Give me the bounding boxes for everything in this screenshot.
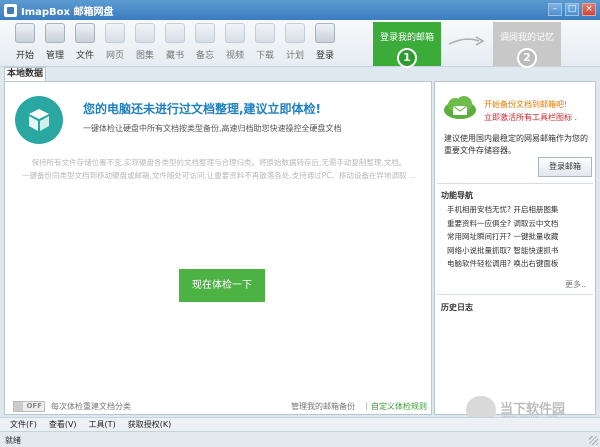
toolbar-start-button[interactable]: 开始	[10, 23, 40, 65]
backup-prompt: 开始备份文档到邮箱吧!	[484, 100, 568, 109]
webpage-icon	[105, 23, 125, 43]
resize-grip-icon[interactable]	[589, 436, 598, 445]
menu-view[interactable]: 查看(V)	[49, 419, 77, 430]
nav-item[interactable]: 重要资料一应俱全? 调取云中文档	[447, 218, 593, 232]
toolbar-memo-button[interactable]: 备忘	[190, 23, 220, 65]
step-view-memory[interactable]: 调阅我的记忆 2	[493, 22, 561, 68]
toolbar-plan-button[interactable]: 计划	[280, 23, 310, 65]
link-separator: |	[365, 401, 368, 410]
divider	[437, 183, 593, 184]
nav-item[interactable]: 网络小说批量抓取? 智能快速抓书	[447, 245, 593, 259]
app-logo-icon	[4, 3, 17, 17]
gallery-icon	[135, 23, 155, 43]
activate-link[interactable]: 立即激活所有工具栏图标 .	[484, 112, 577, 123]
backup-promo-card: 开始备份文档到邮箱吧! 立即激活所有工具栏图标 . 建议使用国内最稳定的网易邮箱…	[438, 87, 592, 177]
toolbar-file-button[interactable]: 文件	[70, 23, 100, 65]
menu-file[interactable]: 文件(F)	[10, 419, 37, 430]
custom-rules-link[interactable]: 自定义体检规则	[371, 401, 427, 412]
feature-nav-list: 手机相册安档无忧? 开启相册图集 重要资料一应俱全? 调取云中文档 常用网址瞬间…	[447, 204, 593, 272]
title-bar: ImapBox 邮箱网盘 – □ ×	[0, 0, 600, 20]
right-panel: 开始备份文档到邮箱吧! 立即激活所有工具栏图标 . 建议使用国内最稳定的网易邮箱…	[434, 81, 596, 415]
file-icon	[75, 23, 95, 43]
close-button[interactable]: ×	[582, 3, 596, 16]
nav-item[interactable]: 电脑软件轻松调用? 唤出右键面板	[447, 258, 593, 272]
minimize-button[interactable]: –	[548, 3, 562, 16]
headline: 您的电脑还未进行过文档整理,建议立即体检!	[83, 102, 322, 116]
subline: 一键体检让硬盘中所有文档按类型备份,高速归档助您快速操控全硬盘文档	[83, 124, 342, 133]
mail-server-icon	[315, 23, 335, 43]
step-number: 1	[397, 48, 417, 68]
divider	[437, 294, 593, 295]
toolbar-webpage-button[interactable]: 网页	[100, 23, 130, 65]
login-mailbox-button[interactable]: 登录邮箱	[538, 157, 592, 177]
maximize-button[interactable]: □	[565, 3, 579, 16]
menu-tools[interactable]: 工具(T)	[89, 419, 116, 430]
books-icon	[165, 23, 185, 43]
status-bar: 就绪	[0, 431, 600, 447]
status-text: 就绪	[5, 436, 21, 445]
step-number: 2	[517, 48, 537, 68]
toolbar-books-button[interactable]: 藏书	[160, 23, 190, 65]
feature-nav-title: 功能导航	[441, 191, 473, 200]
menu-license[interactable]: 获取授权(K)	[128, 419, 172, 430]
toggle-label: 每次体检重建文档分类	[51, 402, 131, 411]
recycle-box-icon	[15, 96, 63, 144]
manage-icon	[45, 23, 65, 43]
window-controls: – □ ×	[548, 3, 596, 16]
nav-item[interactable]: 常用网址瞬间打开? 一键批量收藏	[447, 231, 593, 245]
toolbar-video-button[interactable]: 视频	[220, 23, 250, 65]
check-now-button[interactable]: 现在体检一下	[179, 269, 265, 302]
step-login-mailbox[interactable]: 登录我的邮箱 1	[373, 22, 441, 68]
recommend-text: 建议使用国内最稳定的网易邮箱作为您的重要文件存储容器。	[444, 134, 588, 155]
toolbar-manage-button[interactable]: 管理	[40, 23, 70, 65]
history-log-title: 历史日志	[441, 303, 473, 312]
nav-item[interactable]: 手机相册安档无忧? 开启相册图集	[447, 204, 593, 218]
toolbar-download-button[interactable]: 下载	[250, 23, 280, 65]
menu-bar: 文件(F) 查看(V) 工具(T) 获取授权(K)	[0, 417, 600, 431]
tab-local-data[interactable]: 本地数据	[4, 67, 46, 81]
memo-icon	[195, 23, 215, 43]
cloud-mail-icon	[444, 96, 476, 119]
toolbar-login-button[interactable]: 登录	[310, 23, 340, 65]
download-icon	[255, 23, 275, 43]
video-icon	[225, 23, 245, 43]
window-title: ImapBox 邮箱网盘	[21, 6, 114, 18]
home-icon	[15, 23, 35, 43]
toolbar-gallery-button[interactable]: 图集	[130, 23, 160, 65]
manage-backup-link[interactable]: 管理我的邮箱备份	[291, 401, 355, 412]
main-panel: 您的电脑还未进行过文档整理,建议立即体检! 一键体检让硬盘中所有文档按类型备份,…	[4, 81, 432, 415]
plan-icon	[285, 23, 305, 43]
more-link[interactable]: 更多..	[565, 279, 586, 290]
rebuild-toggle[interactable]: OFF	[13, 401, 45, 412]
arrow-right-icon	[448, 36, 485, 46]
description-text: 保持所有文件存储位置不变,实现硬盘各类型的文档整理与合理归类。将原始数据转存后,…	[22, 158, 416, 180]
